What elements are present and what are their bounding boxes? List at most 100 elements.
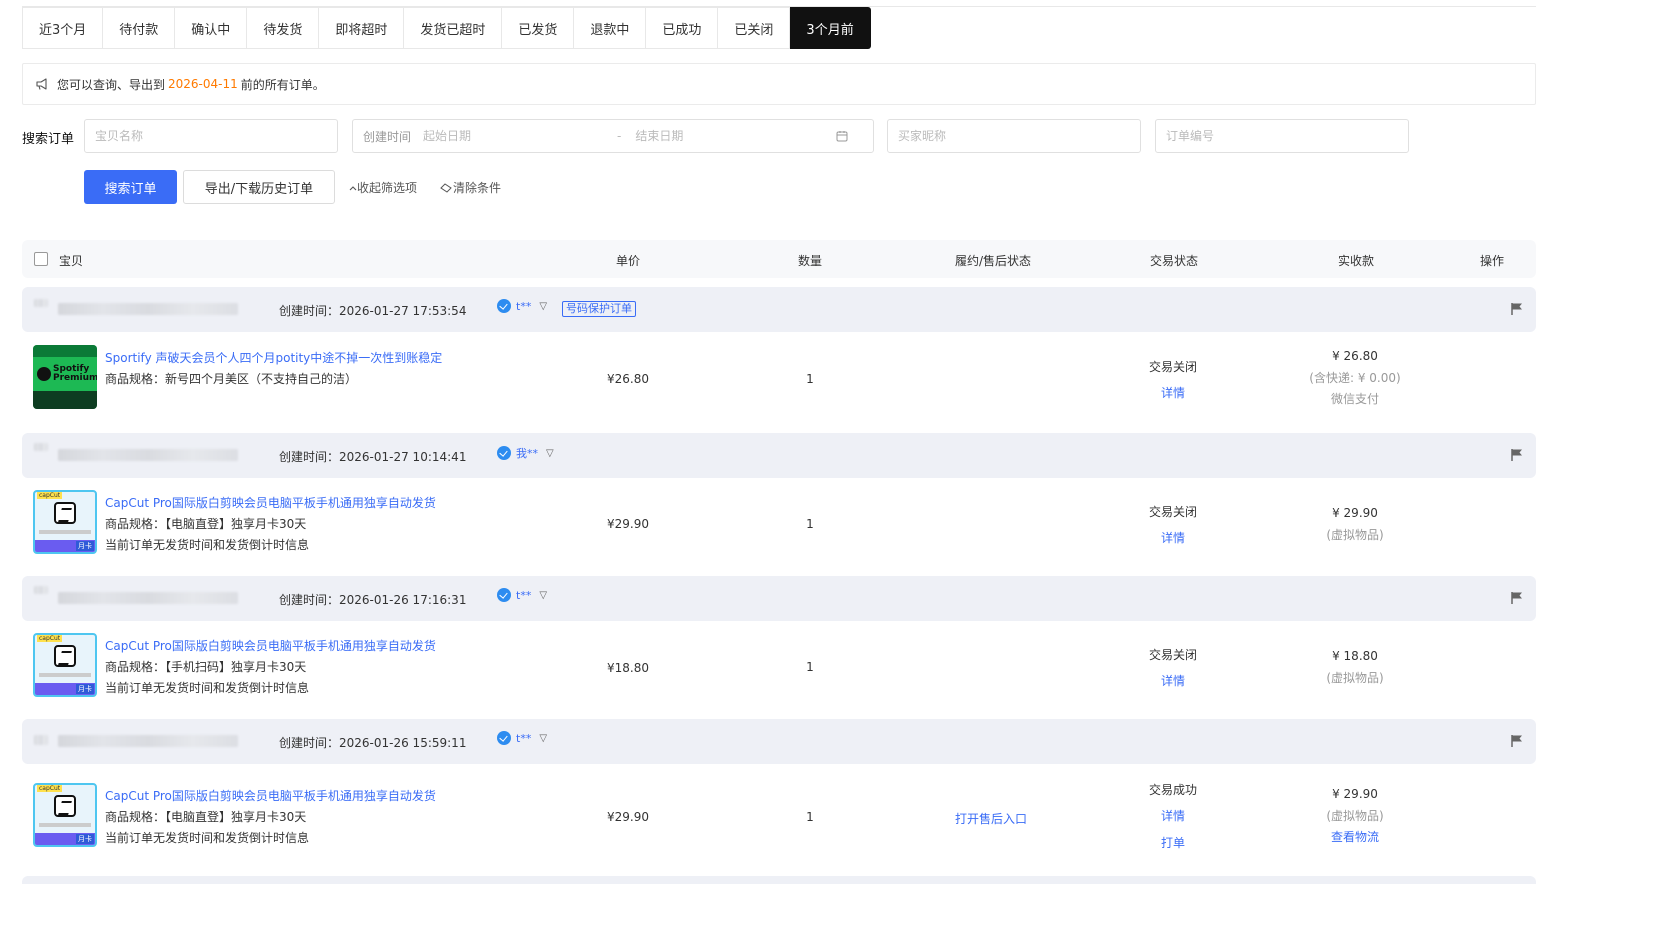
buyer-nick-field xyxy=(887,119,1141,153)
detail-link[interactable]: 详情 xyxy=(1161,384,1185,401)
shipping-note: 当前订单无发货时间和发货倒计时信息 xyxy=(105,681,310,695)
tab-about-to-timeout[interactable]: 即将超时 xyxy=(319,7,405,49)
product-title-link[interactable]: CapCut Pro国际版白剪映会员电脑平板手机通用独享自动发货 xyxy=(105,787,436,804)
filter-icon[interactable]: ▽ xyxy=(539,590,547,601)
trade-status: 交易关闭 xyxy=(1148,360,1198,374)
tab-shipped[interactable]: 已发货 xyxy=(502,7,575,49)
product-thumbnail[interactable]: capCut 月卡 xyxy=(33,783,97,847)
paid-amount: ¥ 26.80 xyxy=(1332,349,1378,363)
filter-icon[interactable]: ▽ xyxy=(539,733,547,744)
buyer-name: 我** xyxy=(516,447,538,460)
tab-pending-payment[interactable]: 待付款 xyxy=(103,7,176,49)
search-orders-button[interactable]: 搜索订单 xyxy=(84,170,177,204)
col-trade-status: 交易状态 xyxy=(1150,254,1199,268)
open-after-sales-link[interactable]: 打开售后入口 xyxy=(955,810,1027,827)
redacted-block xyxy=(34,586,48,594)
redacted-order-id xyxy=(58,735,238,747)
wangwang-icon xyxy=(497,731,511,745)
notice-date: 2026-04-11 xyxy=(168,77,238,91)
detail-link[interactable]: 详情 xyxy=(1161,807,1185,824)
buyer-name: t** xyxy=(516,299,532,313)
product-thumbnail[interactable]: capCut 月卡 xyxy=(33,633,97,697)
detail-link[interactable]: 详情 xyxy=(1161,529,1185,546)
redacted-order-id xyxy=(58,449,238,461)
monthly-card-tag: 月卡 xyxy=(76,684,94,694)
start-date-input[interactable] xyxy=(423,129,604,143)
spotify-logo-icon xyxy=(37,367,51,381)
notice-bar: 您可以查询、导出到 2026-04-11 前的所有订单。 xyxy=(22,63,1536,105)
clear-conditions-link[interactable]: 清除条件 xyxy=(440,179,501,196)
tab-recent-3-months[interactable]: 近3个月 xyxy=(22,7,104,49)
buyer-nick[interactable]: t** ▽ xyxy=(497,299,547,313)
tab-to-ship[interactable]: 待发货 xyxy=(247,7,320,49)
flag-icon[interactable] xyxy=(1511,734,1523,748)
select-all-checkbox[interactable] xyxy=(34,252,48,266)
export-history-button[interactable]: 导出/下载历史订单 xyxy=(183,170,335,204)
collapse-filters-link[interactable]: 收起筛选项 xyxy=(349,179,417,196)
product-spec: 商品规格：【电脑直登】独享月卡30天 xyxy=(105,810,307,824)
capcut-brand-label: capCut xyxy=(37,785,63,792)
flag-icon[interactable] xyxy=(1511,448,1523,462)
redacted-block xyxy=(34,443,48,451)
tab-older-than-3-months[interactable]: 3个月前 xyxy=(790,7,871,49)
order-group-header: 创建时间：2026-01-26 17:16:31 t** ▽ xyxy=(22,576,1536,621)
paid-amount: ¥ 29.90 xyxy=(1332,787,1378,801)
calendar-icon[interactable] xyxy=(835,129,849,143)
create-time-label: 创建时间 xyxy=(363,129,412,144)
wangwang-icon xyxy=(497,446,511,460)
col-ops: 操作 xyxy=(1480,254,1505,268)
product-thumbnail[interactable]: capCut 月卡 xyxy=(33,490,97,554)
monthly-card-tag: 月卡 xyxy=(76,541,94,551)
buyer-name: t** xyxy=(516,731,532,745)
trade-status: 交易成功 xyxy=(1148,783,1198,797)
buyer-nick[interactable]: t** ▽ xyxy=(497,731,547,745)
filter-icon[interactable]: ▽ xyxy=(539,301,547,312)
next-order-group-header xyxy=(22,876,1536,884)
chevron-up-icon xyxy=(349,185,357,190)
order-table-header: 宝贝 单价 数量 履约/售后状态 交易状态 实收款 操作 xyxy=(22,240,1536,278)
detail-link[interactable]: 详情 xyxy=(1161,672,1185,689)
order-status-tabs: 近3个月 待付款 确认中 待发货 即将超时 发货已超时 已发货 退款中 已成功 … xyxy=(22,7,871,49)
flag-icon[interactable] xyxy=(1511,591,1523,605)
col-paid: 实收款 xyxy=(1338,254,1375,268)
redacted-order-id xyxy=(58,303,238,315)
buyer-nick[interactable]: t** ▽ xyxy=(497,588,547,602)
wangwang-icon xyxy=(497,588,511,602)
spotify-wordmark: Spotify Premium xyxy=(53,364,97,383)
end-date-input[interactable] xyxy=(635,129,836,143)
print-order-link[interactable]: 打单 xyxy=(1161,834,1185,851)
monthly-card-tag: 月卡 xyxy=(76,834,94,844)
tab-refunding[interactable]: 退款中 xyxy=(574,7,647,49)
product-title-link[interactable]: Sportify 声破天会员个人四个月potity中途不掉一次性到账稳定 xyxy=(105,349,442,366)
date-separator: - xyxy=(617,129,622,143)
tab-shipping-overdue[interactable]: 发货已超时 xyxy=(404,7,503,49)
quantity: 1 xyxy=(806,810,814,824)
buyer-name: t** xyxy=(516,588,532,602)
col-goods: 宝贝 xyxy=(59,254,84,268)
wangwang-icon xyxy=(497,299,511,313)
megaphone-icon xyxy=(36,78,47,90)
paid-amount: ¥ 29.90 xyxy=(1332,506,1378,520)
quantity: 1 xyxy=(806,660,814,674)
flag-icon[interactable] xyxy=(1511,302,1523,316)
redacted-order-id xyxy=(58,592,238,604)
buyer-nick-input[interactable] xyxy=(898,129,1130,143)
filter-icon[interactable]: ▽ xyxy=(546,448,554,459)
product-spec: 商品规格：【手机扫码】独享月卡30天 xyxy=(105,660,307,674)
notice-prefix: 您可以查询、导出到 xyxy=(57,77,166,92)
product-title-link[interactable]: CapCut Pro国际版白剪映会员电脑平板手机通用独享自动发货 xyxy=(105,494,436,511)
tab-confirming[interactable]: 确认中 xyxy=(175,7,248,49)
order-number-input[interactable] xyxy=(1166,129,1398,143)
notice-suffix: 前的所有订单。 xyxy=(240,77,325,92)
goods-name-input[interactable] xyxy=(95,129,327,143)
order-number-field xyxy=(1155,119,1409,153)
order-group-header: 创建时间：2026-01-27 10:14:41 我** ▽ xyxy=(22,433,1536,478)
product-thumbnail[interactable]: Spotify Premium xyxy=(33,345,97,409)
capcut-logo-icon xyxy=(54,645,76,667)
view-logistics-link[interactable]: 查看物流 xyxy=(1331,828,1379,845)
order-create-time: 创建时间：2026-01-26 17:16:31 xyxy=(279,593,467,607)
tab-success[interactable]: 已成功 xyxy=(646,7,719,49)
product-title-link[interactable]: CapCut Pro国际版白剪映会员电脑平板手机通用独享自动发货 xyxy=(105,637,436,654)
buyer-nick[interactable]: 我** ▽ xyxy=(497,445,554,461)
tab-closed[interactable]: 已关闭 xyxy=(718,7,791,49)
